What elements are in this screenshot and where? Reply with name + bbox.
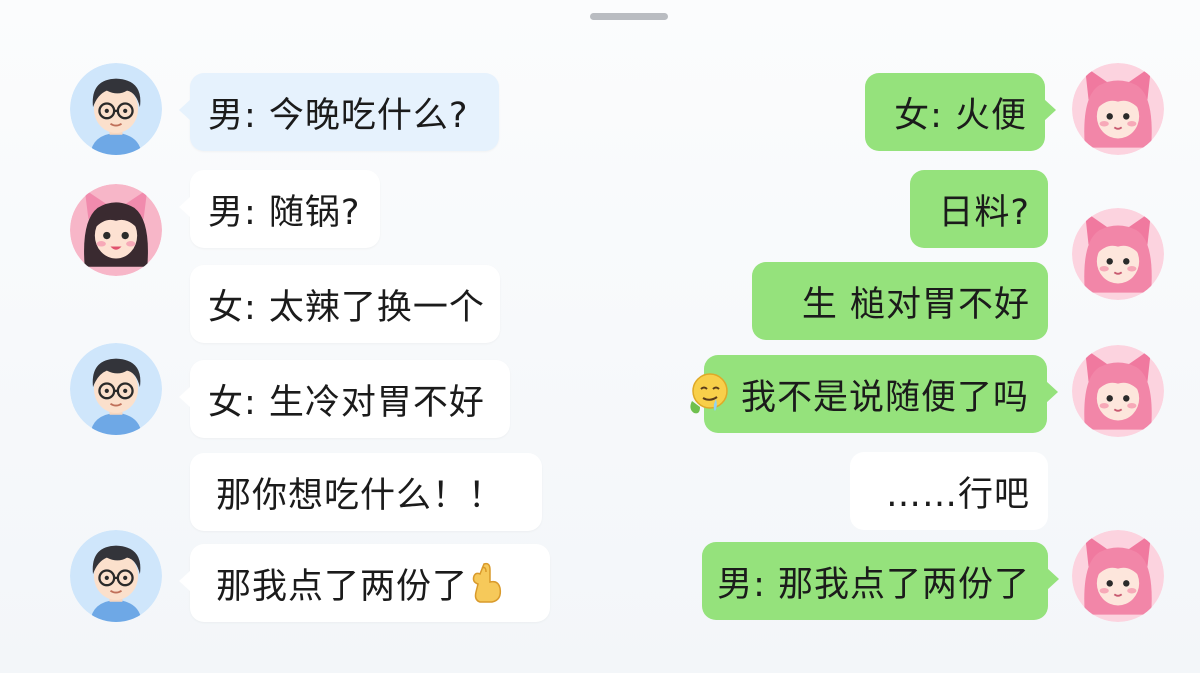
message-text: 男: 今晚吃什么? bbox=[208, 95, 469, 136]
girl-dark-hair-avatar[interactable] bbox=[70, 184, 162, 276]
message-text: 那我点了两份了 bbox=[216, 566, 469, 607]
message-text: 女: 太辣了换一个 bbox=[208, 287, 485, 328]
boy-avatar[interactable] bbox=[70, 343, 162, 435]
message-text: 女: 生冷对胃不好 bbox=[208, 382, 485, 423]
boy-avatar[interactable] bbox=[70, 63, 162, 155]
girl-pink-hair-avatar-icon bbox=[1072, 208, 1164, 300]
boy-avatar-icon bbox=[70, 530, 162, 622]
drag-handle[interactable] bbox=[590, 13, 668, 20]
message-text: ……行吧 bbox=[885, 474, 1030, 515]
message-text: 日料? bbox=[938, 192, 1030, 233]
girl-pink-hair-avatar-icon bbox=[1072, 530, 1164, 622]
girl-pink-hair-avatar[interactable] bbox=[1072, 63, 1164, 155]
message-bubble[interactable]: 男: 那我点了两份了 bbox=[702, 542, 1059, 620]
message-text: 男: 随锅? bbox=[208, 192, 361, 233]
message-text: 女: 火便 bbox=[894, 95, 1027, 136]
girl-pink-hair-avatar[interactable] bbox=[1072, 530, 1164, 622]
drooling-face-emoji-icon bbox=[686, 371, 730, 417]
message-text: 生 槌对胃不好 bbox=[801, 284, 1030, 325]
boy-avatar-icon bbox=[70, 63, 162, 155]
message-bubble[interactable]: 我不是说随便了吗 bbox=[690, 355, 1058, 433]
girl-pink-hair-avatar-icon bbox=[1072, 345, 1164, 437]
message-bubble[interactable]: 女: 生冷对胃不好 bbox=[179, 360, 510, 438]
girl-pink-hair-avatar[interactable] bbox=[1072, 345, 1164, 437]
message-bubble[interactable]: 男: 今晚吃什么? bbox=[179, 73, 499, 151]
message-bubble[interactable]: 女: 太辣了换一个 bbox=[190, 265, 500, 343]
message-bubble[interactable]: 那我点了两份了 bbox=[179, 544, 550, 622]
message-text: 男: 那我点了两份了 bbox=[717, 564, 1030, 605]
message-text: 我不是说随便了吗 bbox=[740, 377, 1029, 418]
girl-pink-hair-avatar[interactable] bbox=[1072, 208, 1164, 300]
boy-avatar[interactable] bbox=[70, 530, 162, 622]
girl-pink-hair-avatar-icon bbox=[1072, 63, 1164, 155]
message-bubble[interactable]: 女: 火便 bbox=[865, 73, 1056, 151]
girl-dark-hair-avatar-icon bbox=[70, 184, 162, 276]
message-bubble[interactable]: 生 槌对胃不好 bbox=[752, 262, 1048, 340]
boy-avatar-icon bbox=[70, 343, 162, 435]
message-bubble[interactable]: 那你想吃什么！！ bbox=[190, 453, 542, 531]
message-bubble[interactable]: 男: 随锅? bbox=[179, 170, 380, 248]
finger-curl-emoji-icon bbox=[468, 560, 508, 606]
message-bubble[interactable]: ……行吧 bbox=[850, 452, 1048, 530]
message-bubble[interactable]: 日料? bbox=[910, 170, 1048, 248]
message-text: 那你想吃什么！！ bbox=[216, 475, 505, 516]
